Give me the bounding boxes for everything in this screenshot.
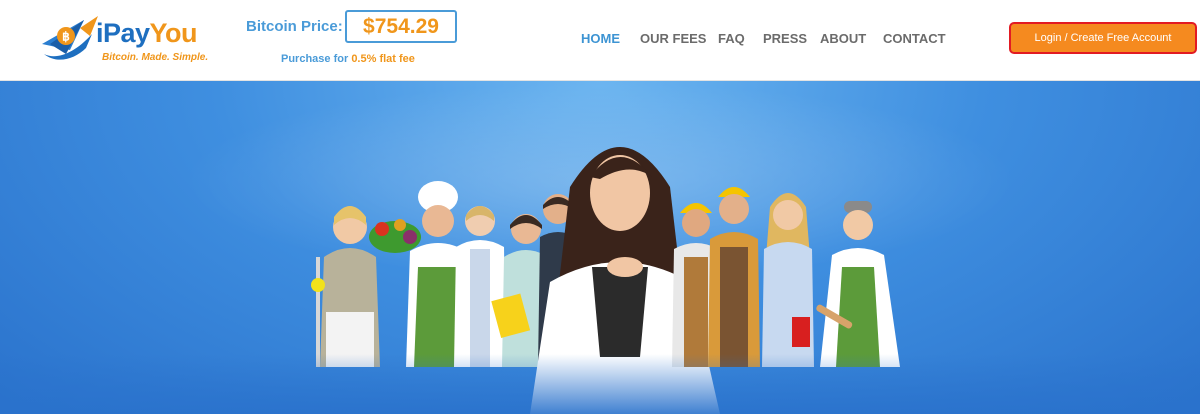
person-cleaner <box>311 206 380 367</box>
fee-note-amount: 0.5% flat fee <box>351 53 415 65</box>
bitcoin-price-label: Bitcoin Price: <box>246 18 343 35</box>
hero-banner <box>0 81 1200 414</box>
nav-press[interactable]: PRESS <box>763 31 807 46</box>
fee-note-prefix: Purchase for <box>281 53 352 65</box>
login-create-account-button[interactable]: Login / Create Free Account <box>1009 22 1197 54</box>
logo-name-you: You <box>149 18 198 48</box>
nav-faq[interactable]: FAQ <box>718 31 745 46</box>
person-doctor <box>454 206 506 367</box>
nav-home[interactable]: HOME <box>581 31 620 46</box>
bitcoin-price-value: $754.29 <box>345 10 457 43</box>
person-mechanic <box>708 187 760 367</box>
logo-tagline: Bitcoin. Made. Simple. <box>102 52 209 63</box>
svg-text:฿: ฿ <box>62 30 70 44</box>
logo-wordmark: iPayYou <box>96 18 198 49</box>
person-office-woman <box>762 193 814 367</box>
nav-contact[interactable]: CONTACT <box>883 31 946 46</box>
fee-note: Purchase for 0.5% flat fee <box>281 53 415 65</box>
ipayyou-logo[interactable]: ฿ iPayYou Bitcoin. Made. Simple. <box>40 14 208 68</box>
nav-our-fees[interactable]: OUR FEES <box>640 31 706 46</box>
bitcoin-plane-logo-icon: ฿ <box>42 16 98 60</box>
logo-name-ipay: iPay <box>96 18 150 48</box>
site-header: ฿ iPayYou Bitcoin. Made. Simple. Bitcoin… <box>0 0 1200 81</box>
person-baker <box>816 201 900 367</box>
hero-bottom-fade <box>0 354 1200 414</box>
nav-about[interactable]: ABOUT <box>820 31 866 46</box>
